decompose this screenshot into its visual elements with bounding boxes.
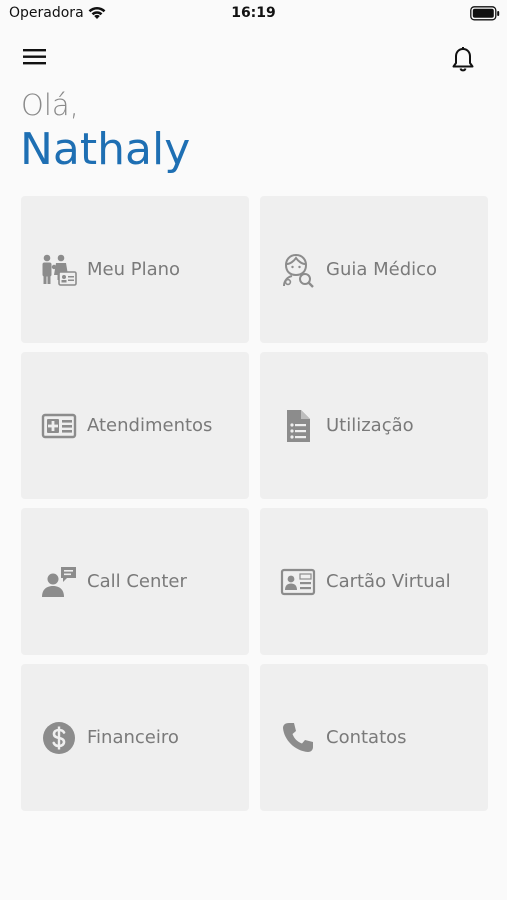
financeiro-tile[interactable]: Financeiro xyxy=(21,664,249,811)
bell-icon xyxy=(452,47,474,72)
family-plan-icon xyxy=(41,252,77,288)
user-name: Nathaly xyxy=(20,124,191,175)
menu-button[interactable] xyxy=(18,42,54,74)
utilizacao-label: Utilização xyxy=(326,415,414,436)
call-center-icon xyxy=(41,564,77,600)
guia-medico-tile[interactable]: Guia Médico xyxy=(260,196,488,343)
call-center-tile[interactable]: Call Center xyxy=(21,508,249,655)
cartao-virtual-label: Cartão Virtual xyxy=(326,571,451,592)
meu-plano-label: Meu Plano xyxy=(87,259,181,280)
doctor-search-icon xyxy=(280,252,316,288)
contatos-tile[interactable]: Contatos xyxy=(260,664,488,811)
phone-icon xyxy=(280,720,316,756)
battery-icon xyxy=(470,6,500,21)
clock: 16:19 xyxy=(231,5,276,21)
cartao-virtual-tile[interactable]: Cartão Virtual xyxy=(260,508,488,655)
status-bar: Operadora 16:19 xyxy=(0,0,507,28)
greeting: Olá, xyxy=(21,88,79,122)
utilizacao-tile[interactable]: Utilização xyxy=(260,352,488,499)
dollar-icon xyxy=(41,720,77,756)
guia-medico-label: Guia Médico xyxy=(326,259,438,280)
document-list-icon xyxy=(280,408,316,444)
virtual-card-icon xyxy=(280,564,316,600)
contatos-label: Contatos xyxy=(326,727,407,748)
notifications-button[interactable] xyxy=(446,44,480,76)
atendimentos-tile[interactable]: Atendimentos xyxy=(21,352,249,499)
atendimentos-label: Atendimentos xyxy=(87,415,213,436)
menu-grid: Meu Plano Guia Médico Atendimentos Utili… xyxy=(21,196,488,811)
financeiro-label: Financeiro xyxy=(87,727,179,748)
hamburger-icon xyxy=(23,49,46,65)
call-center-label: Call Center xyxy=(87,571,187,592)
meu-plano-tile[interactable]: Meu Plano xyxy=(21,196,249,343)
medical-card-icon xyxy=(41,408,77,444)
